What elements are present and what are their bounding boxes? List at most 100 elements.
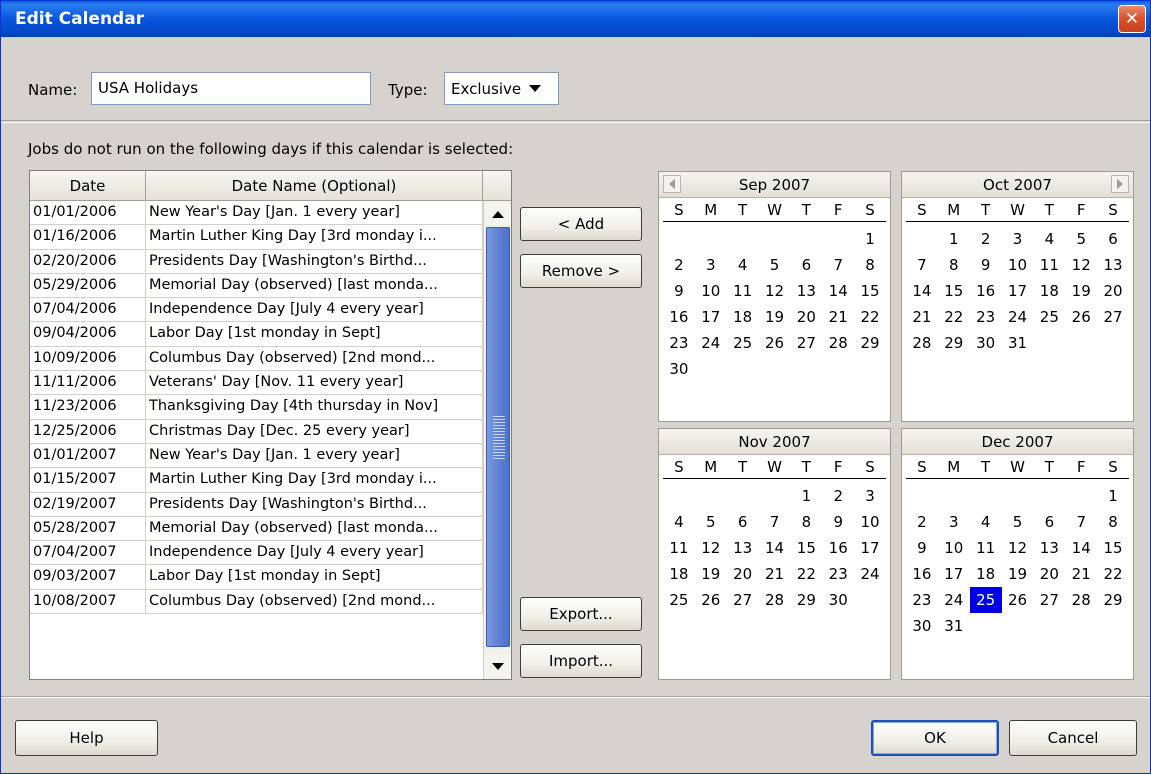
- calendar-day[interactable]: 22: [854, 304, 886, 330]
- calendar-day[interactable]: 20: [727, 561, 759, 587]
- calendar-day[interactable]: 19: [1002, 561, 1034, 587]
- calendar-day[interactable]: 28: [759, 587, 791, 613]
- table-row[interactable]: 02/19/2007 Presidents Day [Washington's B…: [30, 492, 483, 517]
- row-date-name[interactable]: Labor Day [1st monday in Sept]: [146, 565, 483, 589]
- row-date-name[interactable]: Veterans' Day [Nov. 11 every year]: [146, 371, 483, 395]
- row-date-name[interactable]: Columbus Day (observed) [2nd mond...: [146, 589, 483, 614]
- calendar-day[interactable]: 25: [727, 330, 759, 356]
- calendar-day[interactable]: 1: [1097, 483, 1129, 509]
- column-header-date-name[interactable]: Date Name (Optional): [146, 171, 483, 200]
- close-button[interactable]: ✕: [1118, 5, 1146, 33]
- calendar-day[interactable]: 18: [1033, 278, 1065, 304]
- calendar-day[interactable]: 9: [822, 509, 854, 535]
- calendar-day[interactable]: 6: [727, 509, 759, 535]
- calendar-day[interactable]: 3: [938, 509, 970, 535]
- calendar-day[interactable]: 7: [822, 252, 854, 278]
- row-date[interactable]: 11/23/2006: [30, 395, 146, 419]
- calendar-day[interactable]: 2: [822, 483, 854, 509]
- row-date-name[interactable]: Martin Luther King Day [3rd monday i...: [146, 468, 483, 492]
- calendar-day[interactable]: 17: [1002, 278, 1034, 304]
- calendar-day[interactable]: 6: [1097, 226, 1129, 252]
- row-date[interactable]: 05/29/2006: [30, 273, 146, 298]
- calendar-day[interactable]: 15: [1097, 535, 1129, 561]
- table-row[interactable]: 01/16/2006 Martin Luther King Day [3rd mo…: [30, 225, 483, 250]
- calendar-day[interactable]: 5: [695, 509, 727, 535]
- calendar-day[interactable]: 28: [1065, 587, 1097, 613]
- calendar-day[interactable]: 1: [938, 226, 970, 252]
- table-row[interactable]: 01/01/2006 New Year's Day [Jan. 1 every y…: [30, 201, 483, 226]
- calendar-day[interactable]: 27: [1097, 304, 1129, 330]
- calendar-day[interactable]: 11: [663, 535, 695, 561]
- row-date[interactable]: 11/11/2006: [30, 371, 146, 395]
- calendar-day[interactable]: 12: [695, 535, 727, 561]
- calendar-day[interactable]: 8: [854, 252, 886, 278]
- row-date-name[interactable]: New Year's Day [Jan. 1 every year]: [146, 443, 483, 468]
- calendar-day[interactable]: 3: [1002, 226, 1034, 252]
- calendar-day[interactable]: 21: [759, 561, 791, 587]
- calendar-day[interactable]: 14: [822, 278, 854, 304]
- calendar-day[interactable]: 3: [854, 483, 886, 509]
- calendar-day[interactable]: 13: [790, 278, 822, 304]
- calendar-day[interactable]: 7: [759, 509, 791, 535]
- scroll-thumb[interactable]: [486, 227, 510, 647]
- calendar-day[interactable]: 15: [854, 278, 886, 304]
- row-date[interactable]: 01/01/2006: [30, 201, 146, 225]
- calendar-day[interactable]: 8: [938, 252, 970, 278]
- calendar-day[interactable]: 24: [854, 561, 886, 587]
- calendar-day[interactable]: 26: [759, 330, 791, 356]
- table-row[interactable]: 01/01/2007 New Year's Day [Jan. 1 every y…: [30, 443, 483, 469]
- row-date[interactable]: 01/16/2006: [30, 225, 146, 249]
- scroll-down-button[interactable]: [484, 655, 511, 677]
- table-row[interactable]: 05/29/2006 Memorial Day (observed) [last …: [30, 273, 483, 299]
- row-date-name[interactable]: Labor Day [1st monday in Sept]: [146, 322, 483, 346]
- calendar-day[interactable]: 18: [970, 561, 1002, 587]
- row-date[interactable]: 09/04/2006: [30, 322, 146, 346]
- calendar-day[interactable]: 13: [1033, 535, 1065, 561]
- row-date-name[interactable]: Independence Day [July 4 every year]: [146, 541, 483, 565]
- prev-month-button[interactable]: [663, 175, 681, 193]
- row-date-name[interactable]: Martin Luther King Day [3rd monday i...: [146, 225, 483, 249]
- table-row[interactable]: 09/03/2007 Labor Day [1st monday in Sept]: [30, 565, 483, 590]
- calendar-day[interactable]: 4: [970, 509, 1002, 535]
- calendar-day[interactable]: 2: [970, 226, 1002, 252]
- table-row[interactable]: 07/04/2006 Independence Day [July 4 every…: [30, 298, 483, 323]
- calendar-day[interactable]: 24: [1002, 304, 1034, 330]
- calendar-day[interactable]: 4: [1033, 226, 1065, 252]
- row-date-name[interactable]: Presidents Day [Washington's Birthd...: [146, 492, 483, 516]
- row-date-name[interactable]: Memorial Day (observed) [last monda...: [146, 516, 483, 541]
- row-date-name[interactable]: Christmas Day [Dec. 25 every year]: [146, 419, 483, 443]
- next-month-button[interactable]: [1111, 175, 1129, 193]
- ok-button[interactable]: OK: [871, 720, 999, 756]
- scroll-up-button[interactable]: [484, 203, 511, 225]
- calendar-day[interactable]: 27: [1033, 587, 1065, 613]
- calendar-day[interactable]: 30: [663, 356, 695, 382]
- title-bar[interactable]: Edit Calendar ✕: [1, 1, 1150, 37]
- type-dropdown[interactable]: Exclusive: [444, 72, 559, 105]
- calendar-day[interactable]: 10: [854, 509, 886, 535]
- calendar-day[interactable]: 4: [663, 509, 695, 535]
- calendar-day[interactable]: 1: [790, 483, 822, 509]
- row-date[interactable]: 09/03/2007: [30, 565, 146, 589]
- calendar-month-nov[interactable]: Nov 2007 S M T W T F S 1 2 3 4 5 6 7 8 9 10 11 12 13 14 15 16 17…: [658, 428, 891, 680]
- table-row[interactable]: 12/25/2006 Christmas Day [Dec. 25 every y…: [30, 419, 483, 444]
- calendar-day[interactable]: 20: [1097, 278, 1129, 304]
- calendar-day[interactable]: 29: [854, 330, 886, 356]
- table-row[interactable]: 11/11/2006 Veterans' Day [Nov. 11 every y…: [30, 371, 483, 396]
- calendar-day[interactable]: 17: [695, 304, 727, 330]
- row-date-name[interactable]: New Year's Day [Jan. 1 every year]: [146, 201, 483, 225]
- calendar-day[interactable]: 7: [1065, 509, 1097, 535]
- row-date-name[interactable]: Memorial Day (observed) [last monda...: [146, 273, 483, 298]
- calendar-day[interactable]: 16: [970, 278, 1002, 304]
- row-date[interactable]: 01/01/2007: [30, 443, 146, 468]
- row-date[interactable]: 07/04/2007: [30, 541, 146, 565]
- calendar-day[interactable]: 16: [906, 561, 938, 587]
- calendar-day[interactable]: 14: [906, 278, 938, 304]
- row-date[interactable]: 05/28/2007: [30, 516, 146, 541]
- row-date[interactable]: 02/20/2006: [30, 249, 146, 273]
- row-date[interactable]: 12/25/2006: [30, 419, 146, 443]
- calendar-day[interactable]: 9: [663, 278, 695, 304]
- calendar-day[interactable]: 12: [1065, 252, 1097, 278]
- calendar-day[interactable]: 25: [663, 587, 695, 613]
- row-date[interactable]: 07/04/2006: [30, 298, 146, 322]
- calendar-day[interactable]: 15: [938, 278, 970, 304]
